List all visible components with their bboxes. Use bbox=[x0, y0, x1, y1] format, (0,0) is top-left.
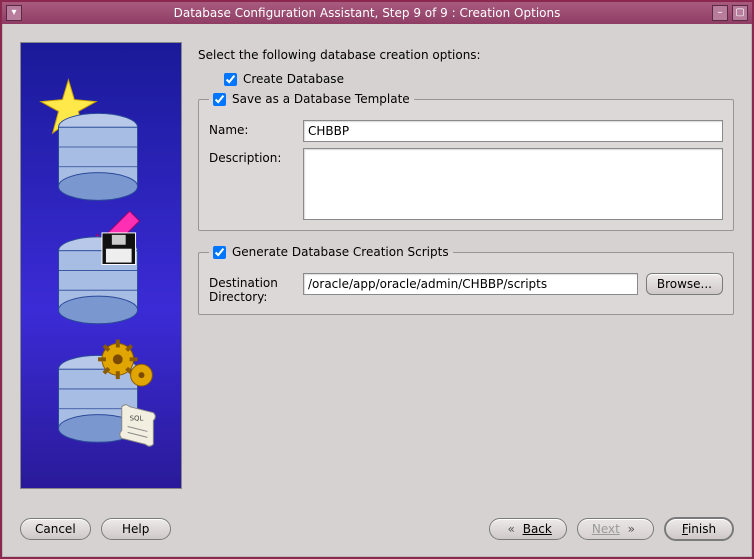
titlebar[interactable]: ▾ Database Configuration Assistant, Step… bbox=[2, 2, 752, 24]
next-button: Next » bbox=[577, 518, 654, 540]
database-illustration: SQL bbox=[21, 43, 181, 488]
next-button-label: Next bbox=[592, 522, 620, 536]
minimize-icon[interactable]: – bbox=[712, 5, 728, 21]
main-panel: Select the following database creation o… bbox=[198, 42, 734, 489]
name-label: Name: bbox=[209, 120, 295, 137]
create-database-checkbox[interactable]: Create Database bbox=[224, 72, 734, 86]
generate-scripts-label: Generate Database Creation Scripts bbox=[232, 245, 449, 259]
next-arrow-icon: » bbox=[628, 522, 635, 536]
back-arrow-icon: « bbox=[508, 522, 515, 536]
window-title: Database Configuration Assistant, Step 9… bbox=[24, 6, 710, 20]
save-template-label: Save as a Database Template bbox=[232, 92, 410, 106]
template-name-field[interactable] bbox=[303, 120, 723, 142]
maximize-icon[interactable]: ▢ bbox=[732, 5, 748, 21]
template-description-field[interactable] bbox=[303, 148, 723, 220]
finish-button-label: Finish bbox=[682, 522, 716, 536]
illustration-panel: SQL bbox=[20, 42, 182, 489]
footer-bar: Cancel Help « Back Next » Finish bbox=[2, 507, 752, 557]
save-template-group: Save as a Database Template Name: Descri… bbox=[198, 92, 734, 231]
save-template-input[interactable] bbox=[213, 93, 226, 106]
generate-scripts-input[interactable] bbox=[213, 246, 226, 259]
create-database-label: Create Database bbox=[243, 72, 344, 86]
back-button[interactable]: « Back bbox=[489, 518, 567, 540]
create-database-input[interactable] bbox=[224, 73, 237, 86]
cancel-button[interactable]: Cancel bbox=[20, 518, 91, 540]
destination-label: Destination Directory: bbox=[209, 273, 295, 304]
content-area: SQL Select the following database creati… bbox=[2, 24, 752, 507]
back-button-label: Back bbox=[523, 522, 552, 536]
generate-scripts-group: Generate Database Creation Scripts Desti… bbox=[198, 245, 734, 315]
finish-button[interactable]: Finish bbox=[664, 517, 734, 541]
save-template-checkbox[interactable]: Save as a Database Template bbox=[213, 92, 410, 106]
svg-text:SQL: SQL bbox=[130, 415, 144, 423]
browse-button[interactable]: Browse... bbox=[646, 273, 723, 295]
destination-directory-field[interactable] bbox=[303, 273, 638, 295]
description-label: Description: bbox=[209, 148, 295, 165]
generate-scripts-checkbox[interactable]: Generate Database Creation Scripts bbox=[213, 245, 449, 259]
instruction-text: Select the following database creation o… bbox=[198, 48, 734, 62]
help-button[interactable]: Help bbox=[101, 518, 171, 540]
window-menu-icon[interactable]: ▾ bbox=[6, 5, 22, 21]
dbca-window: ▾ Database Configuration Assistant, Step… bbox=[0, 0, 754, 559]
